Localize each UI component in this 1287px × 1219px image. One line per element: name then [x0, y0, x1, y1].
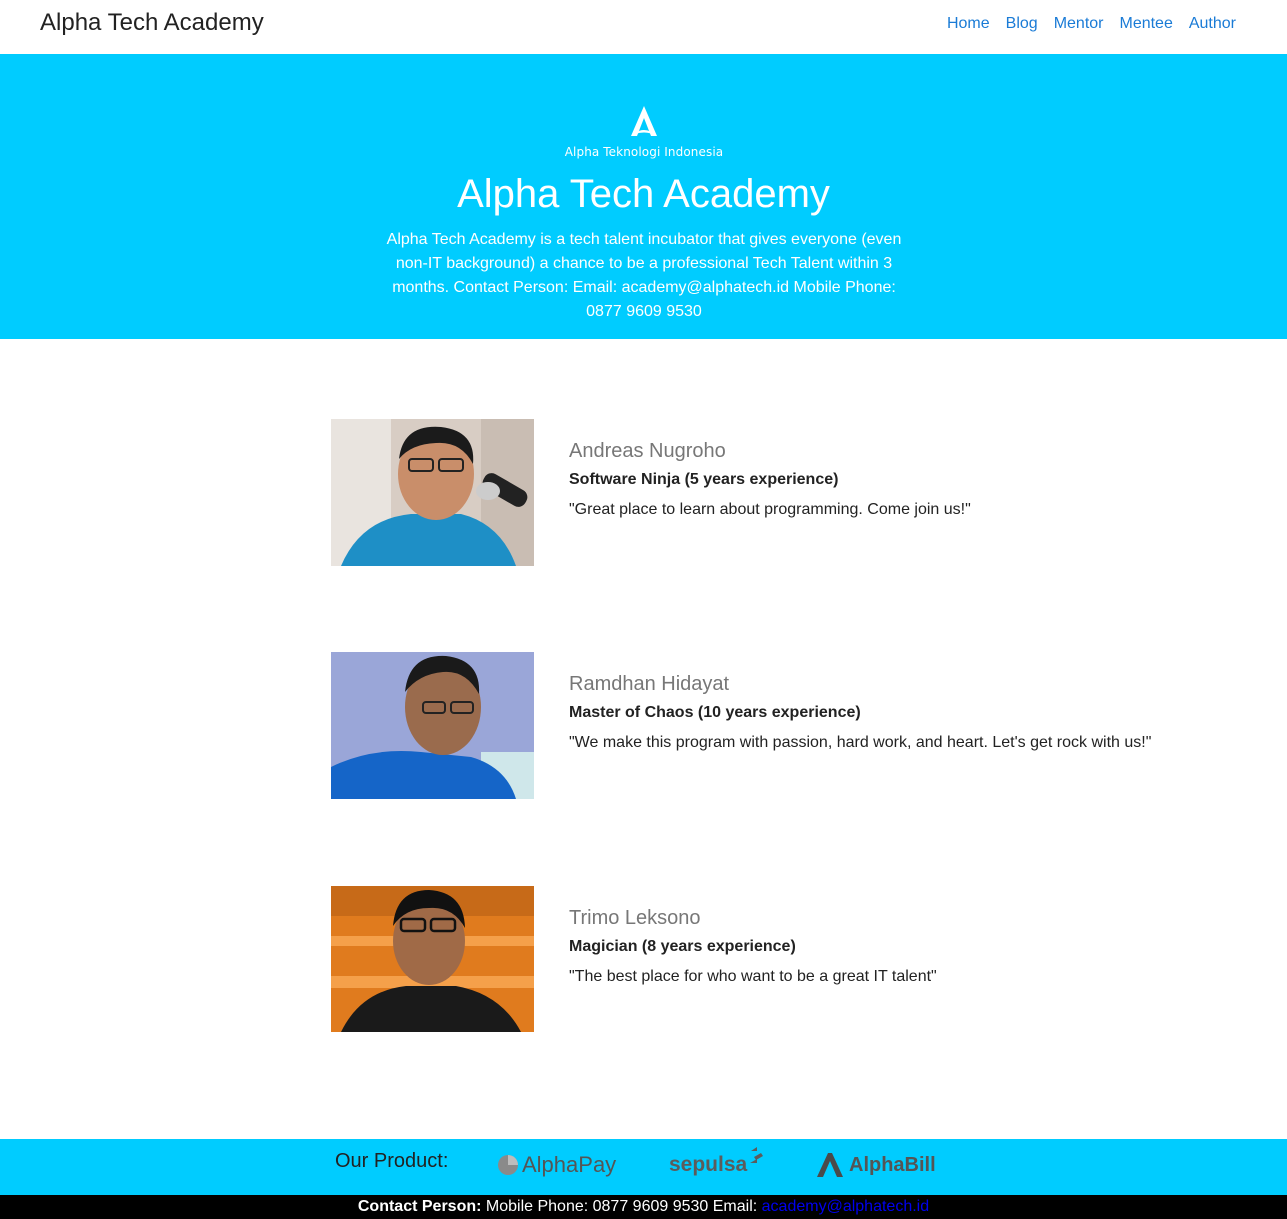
- mentor-photo: [331, 652, 534, 799]
- products-bar: Our Product: AlphaPay sepulsa AlphaBill: [0, 1139, 1287, 1195]
- hero-description: Alpha Tech Academy is a tech talent incu…: [386, 231, 902, 320]
- alphabill-icon: [817, 1153, 843, 1177]
- contact-email-link[interactable]: academy@alphatech.id: [762, 1198, 929, 1215]
- nav-link-author[interactable]: Author: [1189, 15, 1236, 33]
- mentor-card: Ramdhan Hidayat Master of Chaos (10 year…: [331, 652, 1231, 800]
- alphapay-text: AlphaPay: [522, 1152, 617, 1177]
- nav-link-home[interactable]: Home: [947, 15, 990, 33]
- alphapay-icon: [498, 1155, 518, 1175]
- contact-details: Mobile Phone: 0877 9609 9530 Email:: [481, 1198, 762, 1215]
- mentor-quote: "We make this program with passion, hard…: [569, 734, 1152, 751]
- sepulsa-icon: [750, 1147, 764, 1163]
- contact-bar: Contact Person: Mobile Phone: 0877 9609 …: [0, 1195, 1287, 1219]
- mentor-title: Master of Chaos (10 years experience): [569, 704, 861, 721]
- mentor-quote: "Great place to learn about programming.…: [569, 501, 971, 518]
- mentor-quote: "The best place for who want to be a gre…: [569, 968, 937, 985]
- mentor-photo: [331, 886, 534, 1033]
- hero-title: Alpha Tech Academy: [457, 172, 830, 216]
- alpha-logo: Alpha Teknologi Indonesia: [561, 102, 727, 164]
- mentor-title: Software Ninja (5 years experience): [569, 471, 839, 488]
- nav-link-mentee[interactable]: Mentee: [1119, 15, 1172, 33]
- nav-link-blog[interactable]: Blog: [1006, 15, 1038, 33]
- nav-links: Home Blog Mentor Mentee Author: [947, 15, 1236, 33]
- mentor-card: Trimo Leksono Magician (8 years experien…: [331, 886, 1231, 1034]
- mentor-name: Andreas Nugroho: [569, 440, 726, 462]
- alphabill-text: AlphaBill: [849, 1153, 936, 1176]
- navbar: Alpha Tech Academy Home Blog Mentor Ment…: [0, 0, 1287, 54]
- brand-title[interactable]: Alpha Tech Academy: [40, 9, 264, 37]
- mentor-card: Andreas Nugroho Software Ninja (5 years …: [331, 419, 1231, 567]
- contact-label: Contact Person:: [357, 1198, 482, 1215]
- mentor-name: Trimo Leksono: [569, 907, 701, 929]
- alpha-logo-icon: [631, 106, 657, 136]
- alphapay-logo[interactable]: AlphaPay: [497, 1147, 616, 1183]
- sepulsa-logo[interactable]: sepulsa: [669, 1147, 766, 1183]
- mentor-name: Ramdhan Hidayat: [569, 673, 730, 695]
- mentor-photo: [331, 419, 534, 566]
- alpha-logo-text: Alpha Teknologi Indonesia: [564, 145, 724, 159]
- nav-link-mentor[interactable]: Mentor: [1054, 15, 1104, 33]
- hero-banner: Alpha Teknologi Indonesia Alpha Tech Aca…: [0, 54, 1287, 339]
- alphabill-logo[interactable]: AlphaBill: [815, 1147, 936, 1183]
- sepulsa-text: sepulsa: [669, 1153, 748, 1176]
- products-label: Our Product:: [335, 1150, 449, 1172]
- mentor-title: Magician (8 years experience): [569, 938, 796, 955]
